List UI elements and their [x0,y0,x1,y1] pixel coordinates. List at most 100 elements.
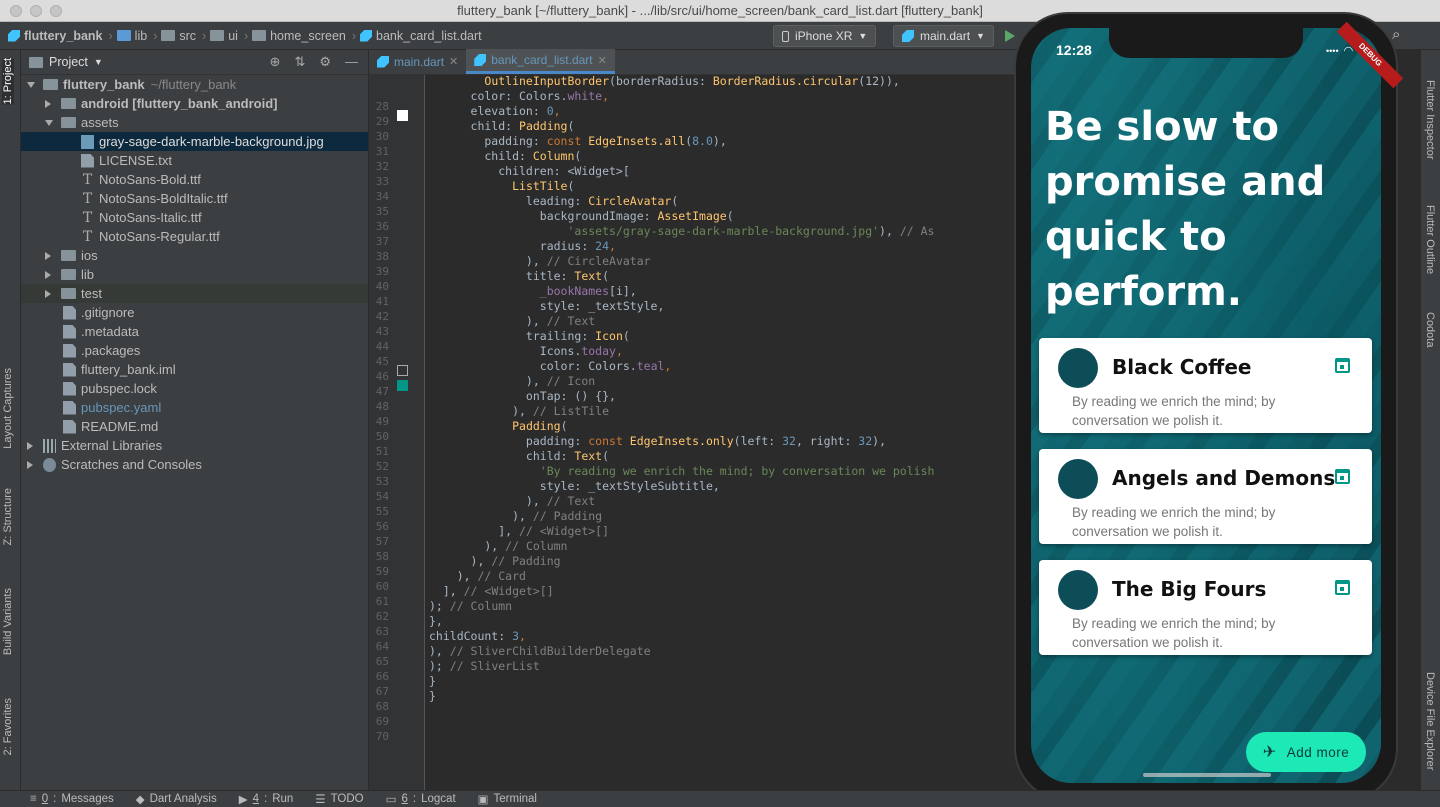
bottom-tab-terminal[interactable]: ▣ Terminal [478,792,537,806]
terminal-icon: ▣ [477,794,489,806]
expand-down-icon[interactable] [27,81,35,88]
zoom-window-button[interactable] [50,5,62,17]
logcat-icon: ▭ [385,794,397,806]
code-line: } [429,674,436,688]
collapse-all-icon[interactable]: ⇅ [294,54,305,70]
tree-item[interactable]: T NotoSans-Italic.ttf [21,208,368,227]
code-line: backgroundImage: AssetImage( [429,209,734,223]
bottom-tab-messages[interactable]: ≡ 0: Messages [30,793,114,805]
hide-icon[interactable]: — [345,54,358,70]
expand-right-icon[interactable] [45,99,51,108]
phone-notch [1109,28,1303,58]
tree-item[interactable]: T NotoSans-BoldItalic.ttf [21,189,368,208]
folder-icon [61,269,76,280]
line-number: 28 [375,100,389,113]
tab-flutter-outline[interactable]: Flutter Outline [1424,205,1436,274]
bottom-tab-run[interactable]: ▶ 4: Run [239,792,294,806]
close-window-button[interactable] [10,5,22,17]
line-number: 52 [375,460,389,473]
bottom-tab-todo[interactable]: ☰ TODO [315,792,363,806]
project-view-selector[interactable]: Project [49,55,88,69]
device-selector[interactable]: iPhone XR ▼ [773,25,877,47]
expand-down-icon[interactable] [45,119,53,126]
tree-item[interactable]: External Libraries [21,436,368,455]
minimize-window-button[interactable] [30,5,42,17]
text-file-icon [81,153,94,168]
tab-main-dart[interactable]: main.dart ✕ [369,49,466,74]
folder-icon [210,30,225,41]
tree-item[interactable]: gray-sage-dark-marble-background.jpg [21,132,368,151]
expand-right-icon[interactable] [45,289,51,298]
tab-favorites[interactable]: 2: Favorites [2,698,14,755]
tree-item[interactable]: LICENSE.txt [21,151,368,170]
book-subtitle: By reading we enrich the mind; by conver… [1072,505,1276,539]
code-area[interactable]: OutlineInputBorder(borderRadius: BorderR… [429,74,1019,719]
tree-item[interactable]: Scratches and Consoles [21,455,368,474]
close-icon[interactable]: ✕ [598,54,607,67]
expand-right-icon[interactable] [45,251,51,260]
breadcrumb-lib[interactable]: lib › [116,29,157,43]
folder-icon [161,30,176,41]
tree-item[interactable]: .gitignore [21,303,368,322]
tree-item[interactable]: fluttery_bank.iml [21,360,368,379]
right-tool-strip: Flutter Inspector Flutter Outline Codota… [1420,50,1440,790]
line-number: 36 [375,220,389,233]
calendar-gutter-icon [397,365,408,376]
tree-item[interactable]: .metadata [21,322,368,341]
breadcrumb-ui[interactable]: ui › [210,29,248,43]
tree-item[interactable]: test [21,284,368,303]
tree-item[interactable]: T NotoSans-Regular.ttf [21,227,368,246]
line-number: 30 [375,130,389,143]
tab-layout-captures[interactable]: Layout Captures [2,368,14,449]
tree-item[interactable]: README.md [21,417,368,436]
book-card[interactable]: Angels and Demons By reading we enrich t… [1039,449,1372,544]
expand-right-icon[interactable] [45,270,51,279]
tab-device-file-explorer[interactable]: Device File Explorer [1424,672,1436,770]
tree-item-label: LICENSE.txt [99,153,172,168]
tab-project[interactable]: 1: Project [2,58,14,105]
tree-item[interactable]: pubspec.yaml [21,398,368,417]
code-line: ), // Text [429,314,596,328]
tree-item[interactable]: android [fluttery_bank_android] [21,94,368,113]
expand-right-icon[interactable] [27,441,33,450]
project-panel-header: Project ▼ ⊕ ⇅ ⚙ — [21,50,368,75]
bottom-tab-logcat[interactable]: ▭ 6: Logcat [386,792,456,806]
tab-bank-card-list[interactable]: bank_card_list.dart ✕ [466,49,615,74]
bottom-tab-dart-analysis[interactable]: ◆ Dart Analysis [136,792,217,806]
locate-icon[interactable]: ⊕ [270,54,281,70]
run-icon[interactable] [1005,30,1015,42]
tab-codota[interactable]: Codota [1424,312,1436,347]
code-line: child: Padding( [429,119,575,133]
breadcrumb-file[interactable]: bank_card_list.dart [360,29,482,43]
run-config-selector[interactable]: main.dart ▼ [893,25,994,47]
breadcrumb-src[interactable]: src › [161,29,206,43]
close-icon[interactable]: ✕ [449,55,458,68]
breadcrumb-home-screen[interactable]: home_screen › [252,29,356,43]
calendar-icon [1335,580,1350,595]
book-card[interactable]: Black Coffee By reading we enrich the mi… [1039,338,1372,433]
search-icon[interactable]: ⌕ [1392,26,1400,43]
gear-icon[interactable]: ⚙ [319,54,331,70]
tree-item[interactable]: .packages [21,341,368,360]
tree-item[interactable]: T NotoSans-Bold.ttf [21,170,368,189]
tab-structure[interactable]: Z: Structure [2,488,14,545]
tab-flutter-inspector[interactable]: Flutter Inspector [1424,80,1436,159]
tree-item-label: fluttery_bank.iml [81,362,176,377]
code-line: color: Colors.teal, [429,359,672,373]
tree-item[interactable]: fluttery_bank ~/fluttery_bank [21,75,368,94]
tree-item[interactable]: lib [21,265,368,284]
code-editor: main.dart ✕ bank_card_list.dart ✕ 28 29 30… [369,49,1020,790]
tree-item[interactable]: pubspec.lock [21,379,368,398]
book-card[interactable]: The Big Fours By reading we enrich the m… [1039,560,1372,655]
expand-right-icon[interactable] [27,460,33,469]
tree-item[interactable]: ios [21,246,368,265]
code-line: leading: CircleAvatar( [429,194,679,208]
window-controls [10,5,62,17]
tree-item[interactable]: assets [21,113,368,132]
breadcrumb-project[interactable]: fluttery_bank › [8,29,113,43]
code-line: elevation: 0, [429,104,561,118]
add-more-button[interactable]: ✈ Add more [1246,732,1366,772]
line-number: 64 [375,640,389,653]
tab-build-variants[interactable]: Build Variants [2,588,14,655]
chevron-down-icon[interactable]: ▼ [94,57,103,67]
